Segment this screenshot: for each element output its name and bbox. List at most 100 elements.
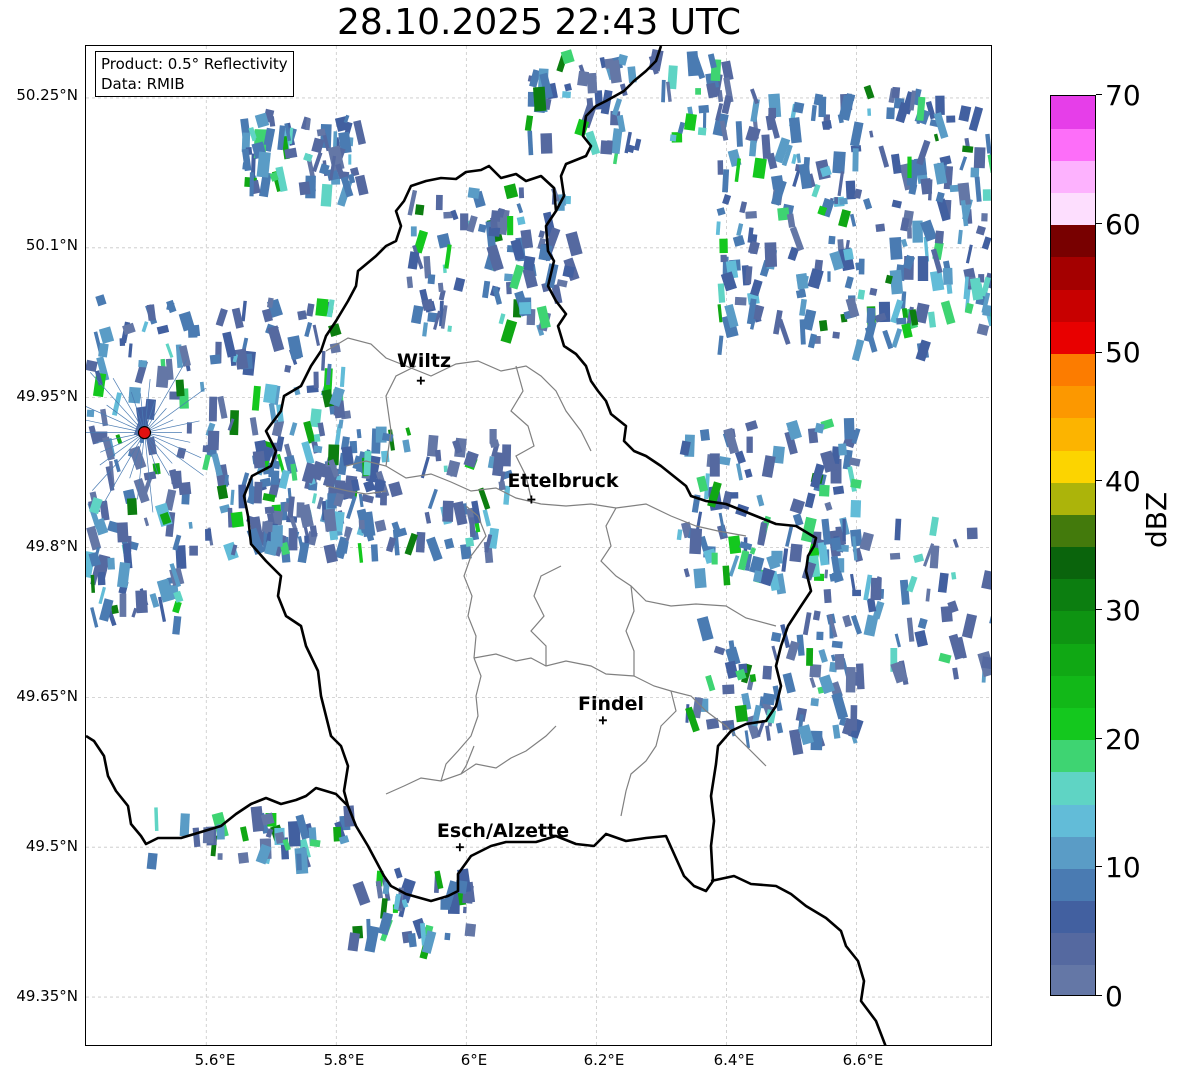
echo-cell xyxy=(834,197,839,204)
echo-cell xyxy=(676,529,683,541)
echo-cell xyxy=(736,463,743,481)
echo-cell xyxy=(838,209,851,228)
colorbar-segment xyxy=(1051,836,1095,869)
echo-cell xyxy=(891,153,902,175)
radar-site-marker[interactable] xyxy=(137,426,152,440)
echo-cell xyxy=(462,906,467,914)
echo-cell xyxy=(253,481,263,504)
echo-cell xyxy=(958,105,972,122)
lon-tick-label: 6.6°E xyxy=(842,1051,884,1069)
echo-cell xyxy=(562,265,575,278)
colorbar-segment xyxy=(1051,739,1095,773)
echo-cell xyxy=(798,163,813,190)
colorbar-segment xyxy=(1051,675,1095,708)
map-title: 28.10.2025 22:43 UTC xyxy=(336,2,742,43)
echo-cell xyxy=(832,151,846,174)
echo-cell xyxy=(970,167,980,178)
echo-cell xyxy=(217,853,223,860)
echo-cell xyxy=(156,324,170,335)
echo-cell xyxy=(407,933,417,948)
echo-cell xyxy=(957,229,963,245)
echo-cell xyxy=(697,127,707,136)
lon-tick-label: 6°E xyxy=(460,1051,488,1069)
radar-map[interactable] xyxy=(85,45,992,1046)
echo-cell xyxy=(981,570,991,590)
echo-cell xyxy=(907,156,912,178)
echo-cell xyxy=(843,248,854,261)
echo-cell xyxy=(564,83,572,92)
colorbar-segment xyxy=(1051,707,1095,741)
echo-cell xyxy=(669,134,677,142)
echo-cell xyxy=(178,481,192,496)
product-info-box: Product: 0.5° Reflectivity Data: RMIB xyxy=(95,51,294,97)
colorbar-tick xyxy=(1096,351,1102,353)
echo-cell xyxy=(968,106,984,132)
echo-cell xyxy=(917,256,929,281)
echo-cell xyxy=(524,115,534,132)
echo-cell xyxy=(507,216,514,236)
colorbar-segment xyxy=(1051,417,1095,451)
echo-cell xyxy=(188,521,193,529)
echo-cell xyxy=(249,417,259,436)
echo-cell xyxy=(107,557,115,570)
echo-cell xyxy=(863,84,875,100)
radar-site-dot[interactable] xyxy=(137,426,152,440)
colorbar-segment xyxy=(1051,643,1095,676)
echo-cell xyxy=(297,310,307,321)
colorbar-segment xyxy=(1051,514,1095,548)
french-border-southeast xyxy=(710,874,887,1045)
echo-cell xyxy=(304,535,309,544)
echo-cell xyxy=(716,207,726,216)
echo-cell xyxy=(756,494,765,507)
echo-cell xyxy=(705,674,716,692)
echo-cell xyxy=(437,282,444,292)
lat-tick-label: 49.35°N xyxy=(16,987,78,1005)
echo-cell xyxy=(391,521,402,536)
lon-tick-label: 5.8°E xyxy=(323,1051,365,1069)
echo-cell xyxy=(172,615,182,635)
echo-cell xyxy=(859,531,874,552)
echo-cell xyxy=(435,449,442,462)
echo-cell xyxy=(490,210,502,222)
echo-cell xyxy=(361,494,375,504)
echo-cell xyxy=(689,528,703,555)
echo-cell xyxy=(989,602,991,626)
echo-cell xyxy=(749,279,763,297)
echo-cell xyxy=(914,630,928,648)
echo-cell xyxy=(849,121,864,147)
echo-cell xyxy=(981,656,991,670)
colorbar xyxy=(1050,95,1096,996)
echo-cell xyxy=(311,137,325,154)
echo-cell xyxy=(380,492,387,506)
echo-cell xyxy=(444,244,452,269)
echo-cell xyxy=(782,672,796,694)
echo-cell xyxy=(810,105,817,122)
echo-cell xyxy=(728,555,740,577)
echo-cell xyxy=(498,313,506,325)
echo-cell xyxy=(761,134,772,160)
echo-cell xyxy=(832,724,841,739)
echo-cell xyxy=(116,522,129,543)
colorbar-segment xyxy=(1051,160,1095,194)
echo-cell xyxy=(728,535,742,554)
echo-cell xyxy=(189,545,198,556)
echo-cell xyxy=(90,607,99,628)
echo-cell xyxy=(777,318,791,345)
colorbar-tick-label: 0 xyxy=(1105,980,1123,1013)
echo-cell xyxy=(460,213,469,231)
echo-cell xyxy=(863,198,873,210)
city-label-findel: Findel xyxy=(577,693,645,715)
echo-cell xyxy=(830,537,842,551)
echo-cell xyxy=(851,339,865,362)
echo-cell xyxy=(838,443,847,456)
echo-cell xyxy=(991,581,992,588)
colorbar-segment xyxy=(1051,610,1095,644)
echo-cell xyxy=(974,176,982,202)
echo-cell xyxy=(146,852,158,870)
echo-cell xyxy=(686,50,700,77)
colorbar-tick xyxy=(1096,94,1102,96)
echo-cell xyxy=(722,565,731,586)
echo-cell xyxy=(699,429,710,442)
echo-cell xyxy=(857,289,866,300)
echo-cell xyxy=(901,238,908,248)
